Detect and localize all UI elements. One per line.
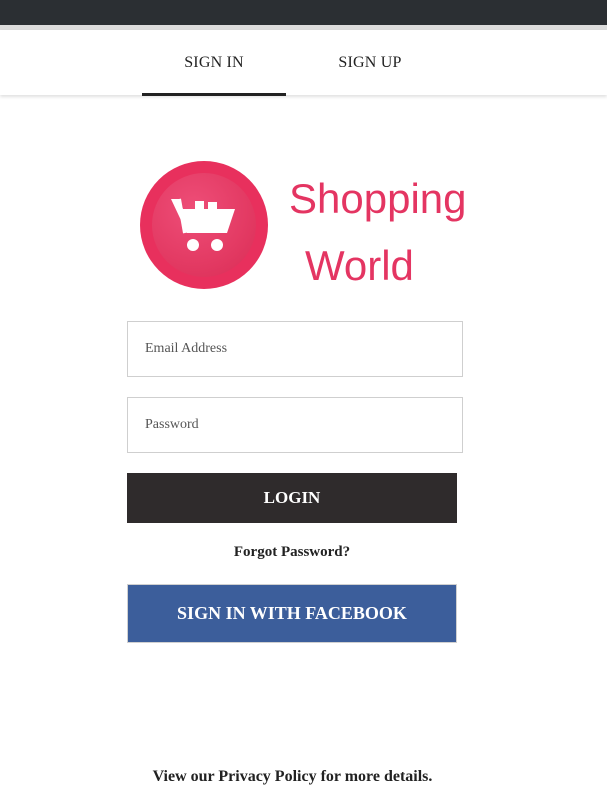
logo: [140, 161, 268, 289]
privacy-suffix: for more details.: [316, 768, 433, 785]
login-button[interactable]: LOGIN: [127, 473, 457, 523]
forgot-password-link[interactable]: Forgot Password?: [127, 544, 457, 561]
tab-sign-up[interactable]: SIGN UP: [298, 30, 442, 95]
brand-name-line-2: World: [305, 242, 414, 289]
email-field[interactable]: [127, 321, 463, 377]
tab-sign-in[interactable]: SIGN IN: [142, 30, 286, 95]
privacy-note: View our Privacy Policy for more details…: [0, 768, 585, 786]
privacy-policy-link[interactable]: Privacy Policy: [218, 768, 316, 785]
auth-tabs: SIGN IN SIGN UP: [0, 30, 607, 96]
privacy-prefix: View our: [152, 768, 219, 785]
shopping-cart-icon: [171, 198, 235, 251]
brand-name-line-1: Shopping: [289, 175, 467, 222]
password-field[interactable]: [127, 397, 463, 453]
active-tab-indicator: [142, 93, 286, 96]
facebook-sign-in-button[interactable]: SIGN IN WITH FACEBOOK: [127, 584, 457, 643]
logo-badge: [152, 173, 256, 277]
top-bar: [0, 0, 607, 25]
